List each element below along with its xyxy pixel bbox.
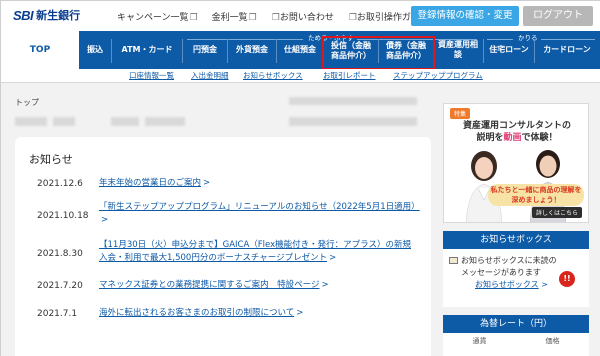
news-link[interactable]: 年末年始の営業日のご案内 > (99, 177, 419, 190)
chevron-right-icon: > (538, 280, 548, 289)
logo-bank-name: 新生銀行 (36, 9, 81, 22)
fx-rate-title: 為替レート（円） (443, 315, 589, 333)
banner-bubble-text: 私たちと一緒に商品の理解を深めましょう！ (488, 184, 584, 206)
subnav-report[interactable]: お取引レポート (323, 70, 376, 81)
fx-rate-panel: 為替レート（円） 通貨 価格 (443, 315, 589, 356)
news-date: 2021.7.1 (37, 309, 78, 319)
blurred-name (53, 117, 75, 126)
chevron-right-icon: > (329, 253, 337, 264)
blurred-account-info (289, 97, 417, 105)
nav-transfer[interactable]: 振込 (79, 31, 111, 69)
subnav-notice-box[interactable]: お知らせボックス (243, 70, 303, 81)
highlight-frame (322, 36, 435, 70)
notice-box-title: お知らせボックス (443, 231, 589, 249)
chevron-right-icon: > (296, 308, 304, 318)
consultant-video-banner[interactable]: 特集 資産運用コンサルタントの 説明を動画で体験！ 私たちと一緒に商品の理解を深… (443, 103, 589, 223)
notice-box-panel: お知らせボックス お知らせボックスに未読のメッセージがあります !! お知らせボ… (443, 231, 589, 307)
fx-rate-col-price: 価格 (545, 337, 560, 345)
header-links: キャンペーン一覧❐ 金利一覧❐ ❐お問い合わせ ❐お取引操作ガイド (117, 10, 429, 23)
subnav-stepup-program[interactable]: ステップアッププログラム (393, 70, 483, 81)
nav-yen-deposit[interactable]: 円預金 (183, 31, 227, 69)
subnav-account-list[interactable]: 口座情報一覧 (129, 70, 174, 81)
registration-confirm-button[interactable]: 登録情報の確認・変更 (411, 6, 519, 26)
campaign-list-link[interactable]: キャンペーン一覧❐ (117, 10, 198, 23)
nav-asset-consult[interactable]: 資産運用相談 (435, 31, 481, 69)
blurred-name (145, 117, 185, 126)
top-bar: SBI 新生銀行 キャンペーン一覧❐ 金利一覧❐ ❐お問い合わせ ❐お取引操作ガ… (1, 1, 600, 31)
notice-box-message: お知らせボックスに未読のメッセージがあります (461, 256, 557, 277)
chevron-right-icon: > (321, 280, 329, 290)
news-date: 2021.7.20 (37, 281, 83, 291)
nav-card-loan[interactable]: カードローン (535, 31, 599, 69)
news-link[interactable]: マネックス証券との業務提携に関するご案内 特設ページ > (99, 279, 419, 292)
sub-nav: 口座情報一覧 入出金明細 お知らせボックス お取引レポート ステップアッププログ… (1, 69, 600, 83)
news-link[interactable]: 「新生ステップアッププログラム」リニューアルのお知らせ（2022年5月1日適用）… (99, 201, 420, 227)
blurred-name (111, 117, 139, 126)
nav-home-loan[interactable]: 住宅ローン (484, 31, 534, 69)
message-icon (449, 257, 458, 264)
breadcrumb: トップ (15, 98, 39, 107)
subnav-transaction-detail[interactable]: 入出金明細 (191, 70, 229, 81)
blurred-login-info (289, 117, 417, 126)
nav-structured-deposit[interactable]: 仕組預金 (277, 31, 323, 69)
notice-box-link[interactable]: お知らせボックス (475, 280, 539, 289)
main-nav: TOP 振込 ATM・カード ためる・ふやす 円預金 外貨預金 仕組預金 投信（… (1, 31, 600, 69)
chevron-right-icon: > (203, 178, 211, 188)
news-date: 2021.8.30 (37, 249, 83, 259)
news-link[interactable]: 【11月30日（火）申込分まで】GAICA（Flex機能付き・発行：アプラス）の… (99, 239, 419, 265)
blurred-name (15, 117, 47, 126)
banner-more-button[interactable]: 詳しくはこちら (531, 207, 582, 218)
logout-button[interactable]: ログアウト (523, 6, 593, 26)
nav-top[interactable]: TOP (1, 31, 79, 69)
news-link[interactable]: 海外に転出されるお客さまのお取引の制限について > (99, 307, 419, 320)
rate-list-link[interactable]: 金利一覧❐ (212, 10, 257, 23)
unread-badge: !! (559, 271, 575, 287)
news-date: 2021.10.18 (37, 211, 89, 221)
main-content: トップ お知らせ 2021.12.6 年末年始の営業日のご案内 > 2021.10… (1, 83, 600, 356)
nav-foreign-deposit[interactable]: 外貨預金 (228, 31, 276, 69)
chevron-right-icon: > (101, 215, 109, 226)
news-title: お知らせ (29, 153, 73, 166)
news-panel: お知らせ 2021.12.6 年末年始の営業日のご案内 > 2021.10.18 … (15, 137, 431, 356)
fx-rate-col-currency: 通貨 (472, 337, 487, 345)
logo[interactable]: SBI 新生銀行 (13, 7, 80, 23)
logo-sbi: SBI (13, 7, 34, 23)
contact-link[interactable]: ❐お問い合わせ (271, 10, 334, 23)
nav-atm-card[interactable]: ATM・カード (112, 31, 182, 69)
news-date: 2021.12.6 (37, 179, 83, 189)
